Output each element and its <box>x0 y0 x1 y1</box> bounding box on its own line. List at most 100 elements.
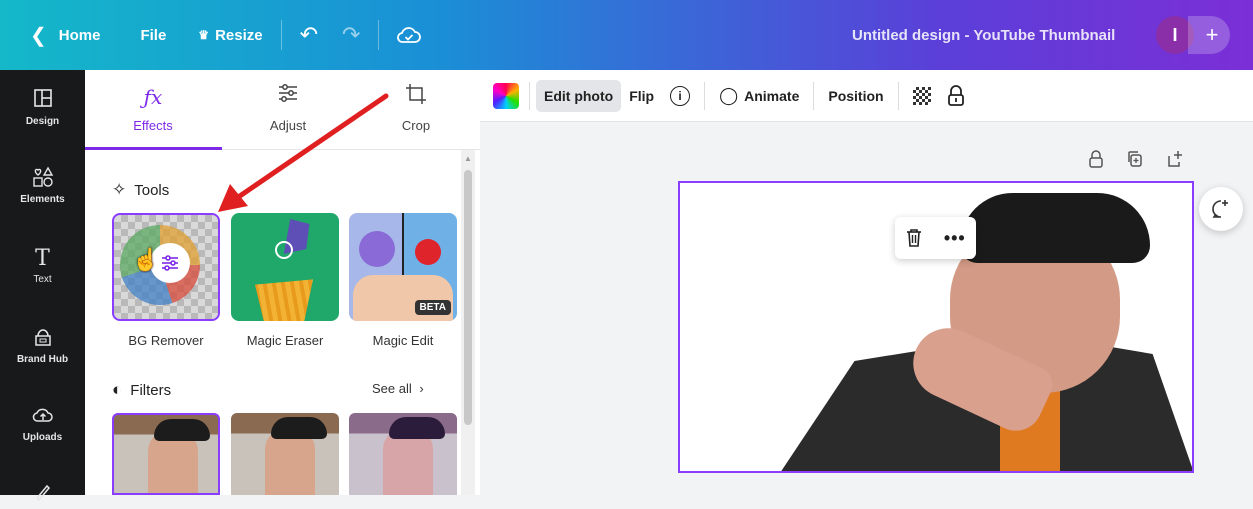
filter-thumbnail[interactable] <box>112 413 220 495</box>
divider <box>280 20 282 50</box>
save-status-button[interactable] <box>385 15 433 55</box>
filter-thumbnail[interactable] <box>231 413 339 495</box>
text-icon: T <box>35 246 50 271</box>
chevron-left-icon: ❮ <box>30 24 47 47</box>
cloud-check-icon <box>397 27 422 43</box>
lock-icon <box>947 84 964 106</box>
subject-photo[interactable] <box>780 193 1192 471</box>
file-label: File <box>140 26 167 44</box>
redo-button[interactable]: ↷ <box>330 15 372 55</box>
annotation-arrow <box>218 93 389 212</box>
rail-label: Design <box>25 116 60 127</box>
subject-hat <box>960 193 1150 263</box>
rail-item-draw[interactable] <box>0 480 85 506</box>
duplicate-page-button[interactable] <box>1127 150 1143 173</box>
filter-hat <box>389 417 445 439</box>
resize-button[interactable]: ♛ Resize <box>186 15 274 55</box>
magic-edit-label: Magic Edit <box>372 333 434 348</box>
divider <box>704 81 706 110</box>
filter-hat <box>154 419 210 441</box>
panel-scrollbar[interactable]: ▲ <box>461 150 475 495</box>
add-page-icon <box>1168 151 1182 167</box>
filters-heading: ◐ Filters <box>112 380 171 400</box>
scroll-up-icon[interactable]: ▲ <box>464 154 472 163</box>
trash-icon[interactable] <box>905 228 923 248</box>
color-swatch-button[interactable] <box>493 82 519 109</box>
transparency-button[interactable] <box>905 79 939 113</box>
add-page-button[interactable] <box>1166 150 1184 173</box>
file-menu-button[interactable]: File <box>128 15 178 55</box>
divider <box>529 81 530 110</box>
design-title[interactable]: Untitled design - YouTube Thumbnail <box>852 27 1115 44</box>
chevron-right-icon: › <box>419 381 424 396</box>
flip-label: Flip <box>629 87 655 104</box>
crown-icon: ♛ <box>198 28 210 42</box>
rail-item-brand-hub[interactable]: Brand Hub <box>0 326 85 365</box>
fx-icon: ƒx <box>143 85 163 109</box>
bg-remover-card[interactable]: ☝ <box>112 213 220 321</box>
more-options-icon[interactable]: ••• <box>944 228 966 249</box>
hand-cursor-icon: ☝ <box>132 247 160 272</box>
filter-hat <box>271 417 327 439</box>
sparkle-icon: ✧ <box>112 180 127 199</box>
top-bar: ❮ Home File ♛ Resize ↶ ↷ Untitled design… <box>0 0 1253 70</box>
see-all-label: See all <box>372 381 412 396</box>
beta-badge: BETA <box>414 300 451 315</box>
redo-icon: ↷ <box>342 22 361 47</box>
see-all-link[interactable]: See all › <box>372 381 424 396</box>
rose-illustration <box>415 239 441 265</box>
bg-remover-label: BG Remover <box>128 333 204 348</box>
comment-add-icon <box>1212 200 1228 218</box>
rail-item-elements[interactable]: Elements <box>0 166 85 205</box>
flip-button[interactable]: Flip <box>621 80 662 112</box>
undo-button[interactable]: ↶ <box>288 15 330 55</box>
layout-icon <box>0 88 85 114</box>
page-lock-button[interactable] <box>1088 150 1104 173</box>
home-label: Home <box>58 26 101 44</box>
tab-effects[interactable]: ƒx Effects <box>93 82 213 133</box>
magic-edit-card[interactable]: BETA <box>349 213 457 321</box>
rail-item-text[interactable]: T Text <box>0 246 85 285</box>
animate-icon: ◯ <box>719 85 739 105</box>
info-icon: i <box>670 85 691 106</box>
selection-circle <box>275 241 293 259</box>
rail-label: Brand Hub <box>16 354 69 365</box>
magic-eraser-label: Magic Eraser <box>246 333 324 348</box>
magic-eraser-card[interactable] <box>231 213 339 321</box>
side-rail: Design Elements T Text Brand Hub Uploads <box>0 70 85 502</box>
brand-icon <box>0 326 85 352</box>
undo-icon: ↶ <box>299 22 319 47</box>
animate-button[interactable]: ◯ Animate <box>711 78 807 114</box>
edit-photo-button[interactable]: Edit photo <box>536 79 622 112</box>
scrollbar-thumb[interactable] <box>464 170 472 425</box>
divider <box>378 20 380 50</box>
filter-thumbnail[interactable] <box>349 413 457 495</box>
position-button[interactable]: Position <box>820 80 891 112</box>
animate-label: Animate <box>744 87 800 104</box>
resize-label: Resize <box>215 26 263 44</box>
home-button[interactable]: ❮ Home <box>18 15 112 55</box>
magic-edit-thumbnail <box>359 231 395 267</box>
add-collaborator-button[interactable]: + <box>1188 16 1230 54</box>
lock-button[interactable] <box>939 77 973 115</box>
edit-photo-label: Edit photo <box>544 87 614 104</box>
upload-icon <box>0 404 85 430</box>
rail-item-design[interactable]: Design <box>0 88 85 127</box>
fries-illustration <box>255 279 313 321</box>
filters-icon: ◐ <box>112 380 123 399</box>
rail-label: Uploads <box>22 432 63 443</box>
filters-title: Filters <box>130 381 172 399</box>
transparency-icon <box>912 86 931 105</box>
rail-label: Elements <box>20 194 65 205</box>
info-button[interactable]: i <box>662 78 698 114</box>
pen-icon <box>0 480 85 506</box>
tools-title: Tools <box>134 181 170 199</box>
comment-button[interactable] <box>1199 187 1243 231</box>
tab-label: Effects <box>133 118 173 133</box>
context-toolbar: Edit photo Flip i ◯ Animate Position <box>480 70 1253 122</box>
position-label: Position <box>828 87 884 104</box>
divider <box>897 81 899 110</box>
rail-item-uploads[interactable]: Uploads <box>0 404 85 443</box>
tools-heading: ✧ Tools <box>112 180 169 200</box>
shapes-icon <box>0 166 85 192</box>
